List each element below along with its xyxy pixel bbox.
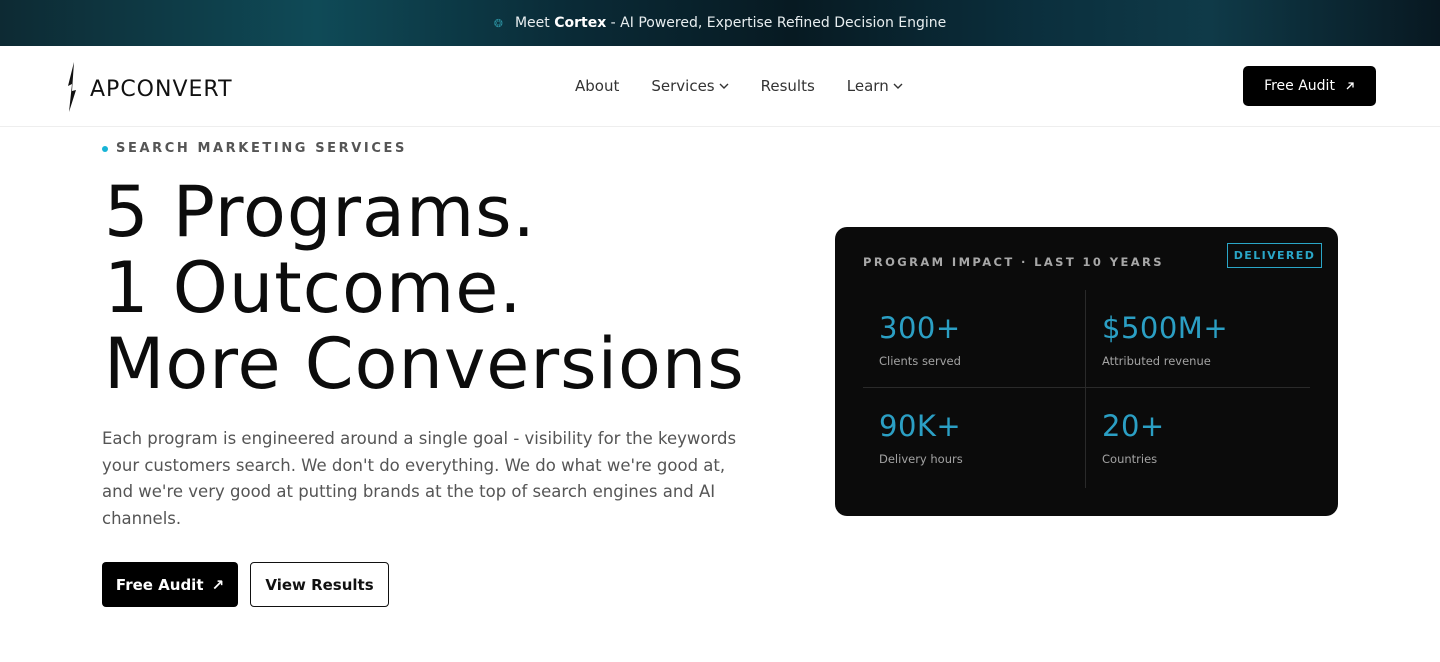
arrow-up-right-icon — [1346, 82, 1354, 90]
main-navigation: APCONVERT About Services Results Learn F… — [0, 46, 1440, 127]
nav-item-services[interactable]: Services — [651, 77, 729, 95]
sparkle-icon: ❂ — [493, 16, 503, 30]
nav-item-about[interactable]: About — [575, 77, 619, 95]
nav-menu: About Services Results Learn — [575, 46, 903, 126]
nav-item-label: Results — [760, 77, 815, 95]
free-audit-button[interactable]: Free Audit ↗ — [102, 562, 238, 607]
stat-value: 300+ — [879, 311, 961, 345]
headline-line-1: 5 Programs. — [104, 171, 536, 253]
hero-eyebrow: SEARCH MARKETING SERVICES — [102, 141, 407, 156]
view-results-label: View Results — [265, 575, 374, 594]
stat-label: Delivery hours — [879, 452, 963, 466]
logo-mark-icon — [68, 62, 76, 112]
delivered-badge: DELIVERED — [1227, 243, 1322, 268]
free-audit-label: Free Audit — [115, 575, 204, 594]
chevron-down-icon — [893, 83, 903, 89]
stat-value: $500M+ — [1102, 311, 1229, 345]
nav-cta-label: Free Audit — [1264, 78, 1335, 94]
nav-item-label: About — [575, 77, 620, 95]
headline-line-3: More Conversions — [104, 323, 745, 405]
logo[interactable]: APCONVERT — [66, 60, 233, 114]
stat-hours: 90K+ Delivery hours — [863, 388, 1086, 488]
announcement-suffix: - AI Powered, Expertise Refined Decision… — [610, 15, 947, 31]
eyebrow-dot-icon — [102, 145, 108, 152]
hero-headline: 5 Programs. 1 Outcome. More Conversions — [104, 174, 745, 402]
program-impact-card: PROGRAM IMPACT · LAST 10 YEARS DELIVERED… — [835, 227, 1338, 516]
stats-grid: 300+ Clients served $500M+ Attributed re… — [863, 290, 1310, 488]
nav-item-label: Services — [651, 77, 715, 95]
announcement-bar[interactable]: ❂ Meet Cortex - AI Powered, Expertise Re… — [0, 0, 1440, 46]
stat-revenue: $500M+ Attributed revenue — [1086, 290, 1310, 388]
headline-line-2: 1 Outcome. — [104, 247, 523, 329]
stat-label: Attributed revenue — [1102, 354, 1211, 368]
logo-text: APCONVERT — [90, 76, 233, 102]
announcement-prefix: Meet — [514, 15, 550, 31]
stat-value: 20+ — [1102, 409, 1165, 443]
stat-label: Countries — [1102, 452, 1158, 466]
nav-item-results[interactable]: Results — [761, 77, 815, 95]
stat-countries: 20+ Countries — [1086, 388, 1310, 488]
announcement-brand: Cortex — [554, 15, 607, 31]
stat-label: Clients served — [879, 354, 961, 368]
nav-free-audit-button[interactable]: Free Audit — [1243, 66, 1376, 106]
card-title: PROGRAM IMPACT · LAST 10 YEARS — [863, 255, 1164, 269]
nav-item-learn[interactable]: Learn — [847, 77, 903, 95]
nav-item-label: Learn — [846, 77, 889, 95]
arrow-up-right-icon: ↗ — [211, 575, 225, 594]
eyebrow-text: SEARCH MARKETING SERVICES — [116, 141, 407, 156]
hero-description: Each program is engineered around a sing… — [102, 429, 737, 528]
stat-value: 90K+ — [879, 409, 962, 443]
stat-clients: 300+ Clients served — [863, 290, 1086, 388]
chevron-down-icon — [719, 83, 729, 89]
view-results-button[interactable]: View Results — [250, 562, 389, 607]
